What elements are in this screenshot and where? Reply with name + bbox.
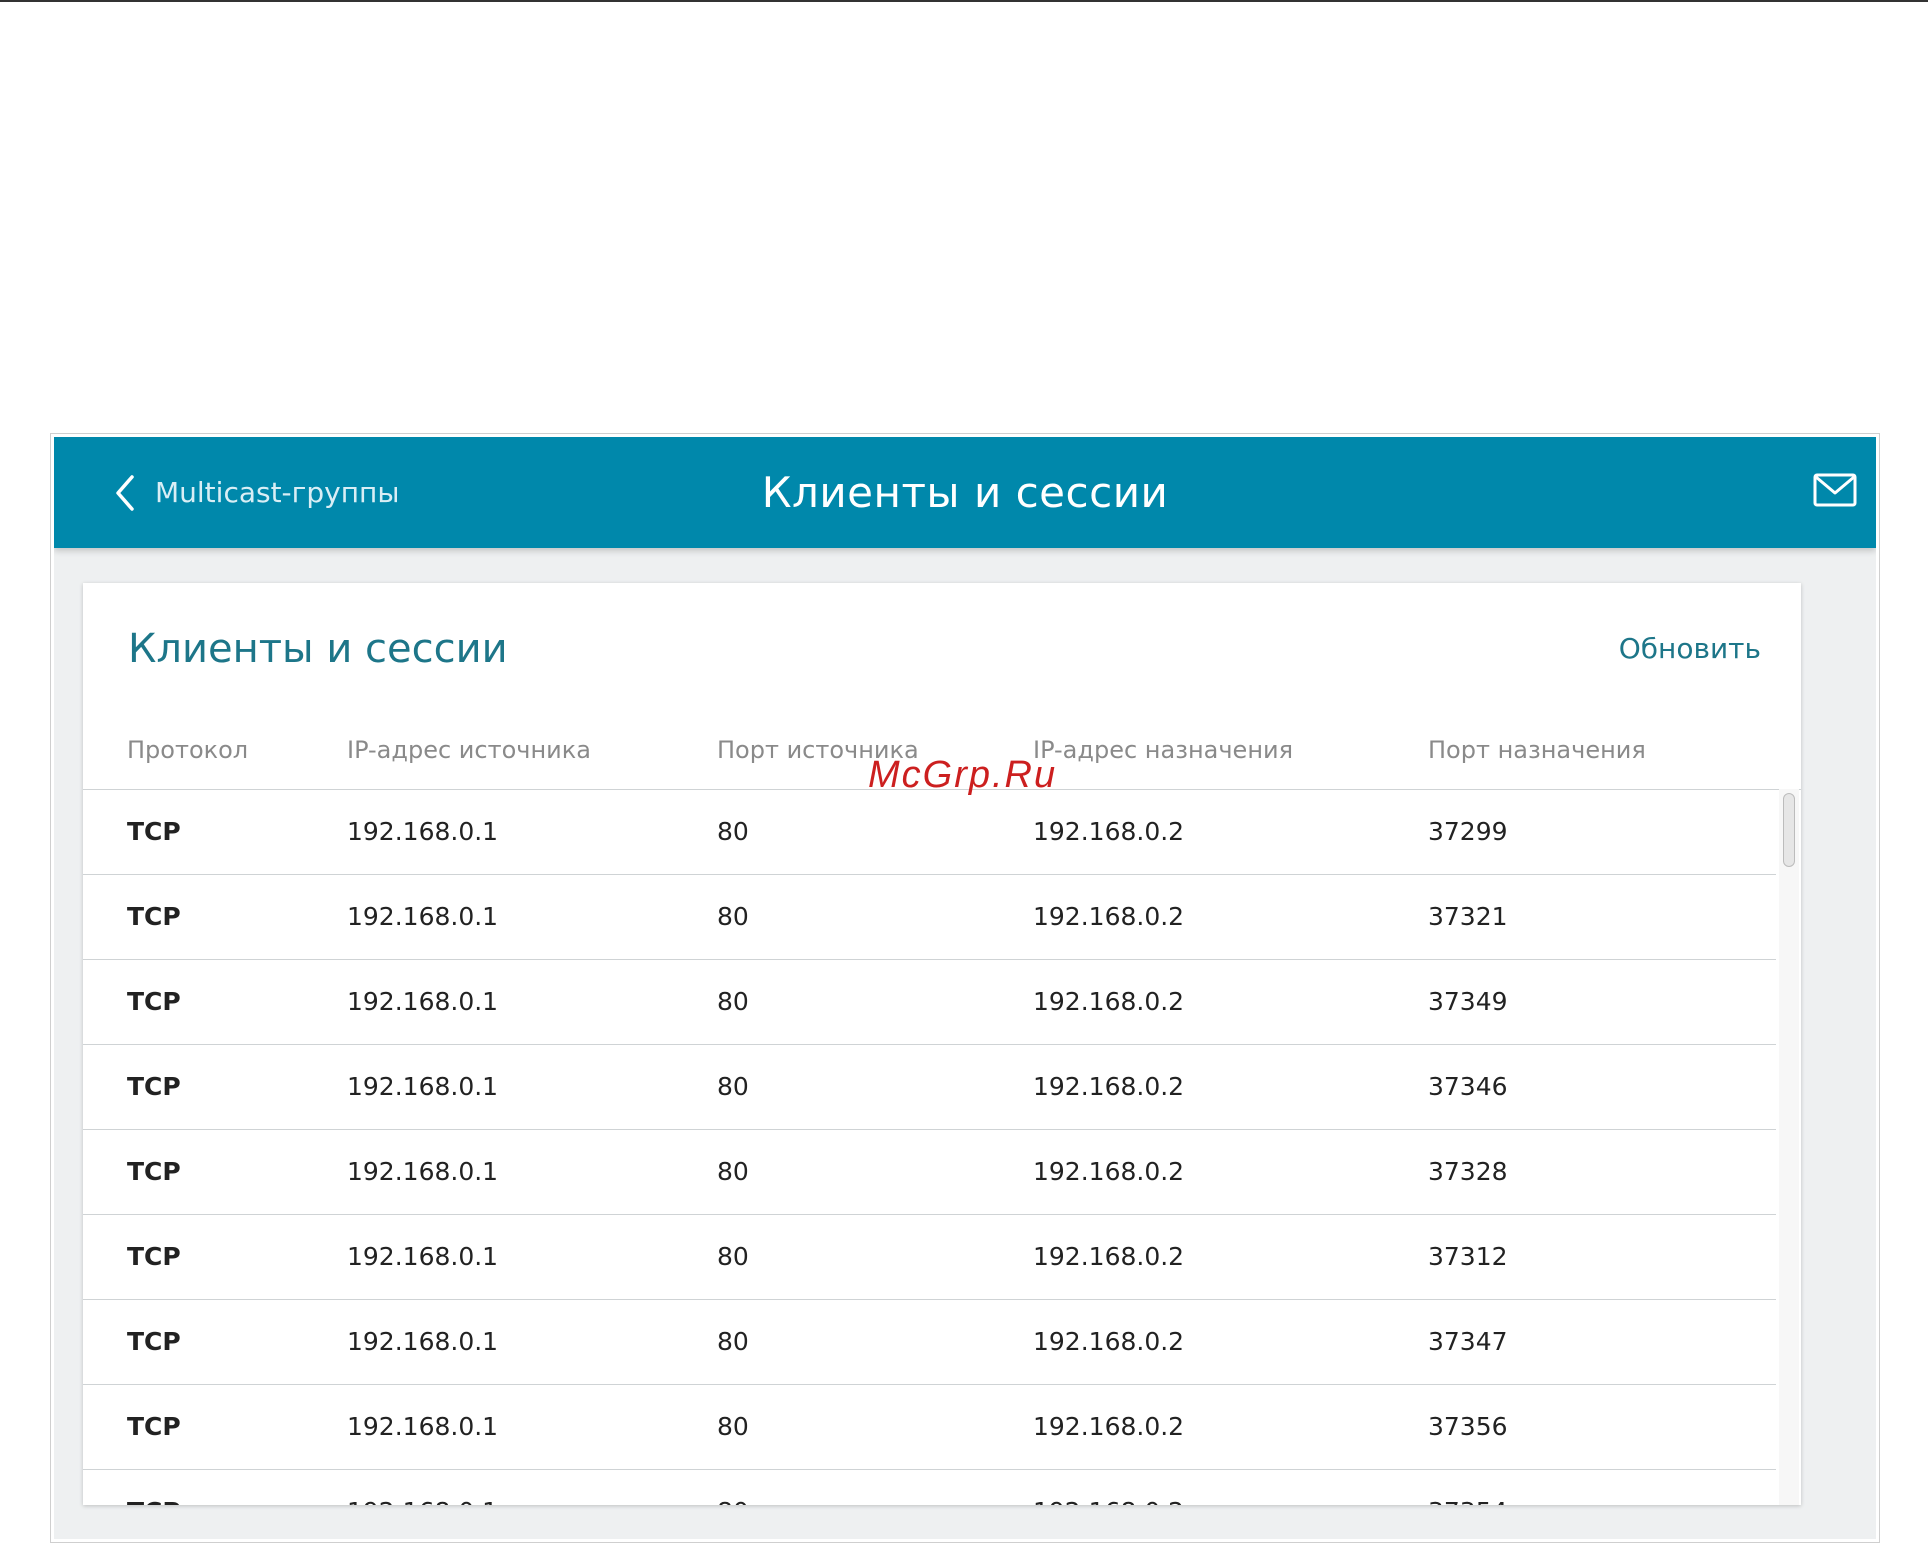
cell-destination-port: 37354 (1428, 1470, 1508, 1505)
cell-source-port: 80 (717, 1242, 749, 1271)
scrollbar-thumb[interactable] (1783, 793, 1795, 867)
column-header-destination-port: Порт назначения (1428, 736, 1646, 764)
table-row[interactable]: TCP 192.168.0.1 80 192.168.0.2 37328 (83, 1130, 1776, 1215)
cell-protocol: TCP (127, 1412, 181, 1441)
cell-source-ip: 192.168.0.1 (347, 1327, 499, 1356)
cell-protocol: TCP (127, 987, 181, 1016)
cell-destination-ip: 192.168.0.2 (1033, 1242, 1185, 1271)
cell-protocol: TCP (127, 1470, 181, 1505)
cell-source-port: 80 (717, 1157, 749, 1186)
cell-protocol: TCP (127, 1242, 181, 1271)
cell-destination-port: 37356 (1428, 1412, 1508, 1441)
cell-destination-ip: 192.168.0.2 (1033, 1470, 1184, 1505)
cell-source-ip: 192.168.0.1 (347, 1157, 499, 1186)
cell-source-ip: 192.168.0.1 (347, 902, 499, 931)
cell-source-port: 80 (717, 902, 749, 931)
cell-destination-port: 37349 (1428, 987, 1508, 1016)
chevron-left-icon[interactable] (110, 471, 140, 515)
cell-destination-ip: 192.168.0.2 (1033, 1327, 1185, 1356)
cell-destination-port: 37299 (1428, 817, 1508, 846)
cell-destination-port: 37328 (1428, 1157, 1508, 1186)
cell-destination-port: 37346 (1428, 1072, 1508, 1101)
top-rule (0, 0, 1928, 2)
app-window: Multicast-группы Клиенты и сессии Клиент… (54, 437, 1876, 1539)
sessions-card: Клиенты и сессии Обновить Протокол IP-ад… (83, 583, 1801, 1505)
cell-protocol: TCP (127, 817, 181, 846)
cell-source-ip: 192.168.0.1 (347, 1072, 499, 1101)
table-row[interactable]: TCP 192.168.0.1 80 192.168.0.2 37312 (83, 1215, 1776, 1300)
watermark: McGrp.Ru (868, 754, 1058, 796)
cell-destination-ip: 192.168.0.2 (1033, 1157, 1185, 1186)
cell-source-ip: 192.168.0.1 (347, 1470, 498, 1505)
cell-destination-ip: 192.168.0.2 (1033, 1072, 1185, 1101)
column-header-protocol: Протокол (127, 736, 249, 764)
card-title: Клиенты и сессии (128, 626, 508, 672)
column-header-source-ip: IP-адрес источника (347, 736, 591, 764)
table-row[interactable]: TCP 192.168.0.1 80 192.168.0.2 37346 (83, 1045, 1776, 1130)
cell-destination-ip: 192.168.0.2 (1033, 987, 1185, 1016)
cell-protocol: TCP (127, 1157, 181, 1186)
cell-source-ip: 192.168.0.1 (347, 1412, 499, 1441)
cell-source-port: 80 (717, 1327, 749, 1356)
table-row[interactable]: TCP 192.168.0.1 80 192.168.0.2 37321 (83, 875, 1776, 960)
cell-protocol: TCP (127, 1072, 181, 1101)
table-body[interactable]: TCP 192.168.0.1 80 192.168.0.2 37299 TCP… (83, 789, 1801, 1505)
cell-source-port: 80 (717, 1412, 749, 1441)
table-row[interactable]: TCP 192.168.0.1 80 192.168.0.2 37349 (83, 960, 1776, 1045)
cell-destination-port: 37347 (1428, 1327, 1508, 1356)
cell-destination-port: 37321 (1428, 902, 1508, 931)
cell-source-ip: 192.168.0.1 (347, 1242, 499, 1271)
table-scrollbar[interactable] (1779, 789, 1799, 1505)
column-header-destination-ip: IP-адрес назначения (1033, 736, 1294, 764)
cell-destination-ip: 192.168.0.2 (1033, 1412, 1185, 1441)
cell-source-port: 80 (717, 1470, 749, 1505)
page-title: Клиенты и сессии (761, 468, 1169, 517)
cell-destination-port: 37312 (1428, 1242, 1508, 1271)
cell-source-port: 80 (717, 817, 749, 846)
cell-protocol: TCP (127, 902, 181, 931)
table-row[interactable]: TCP 192.168.0.1 80 192.168.0.2 37299 (83, 790, 1776, 875)
cell-source-port: 80 (717, 987, 749, 1016)
back-link-multicast-groups[interactable]: Multicast-группы (155, 471, 399, 515)
table-row[interactable]: TCP 192.168.0.1 80 192.168.0.2 37354 (83, 1470, 1776, 1505)
cell-destination-ip: 192.168.0.2 (1033, 902, 1185, 931)
cell-source-ip: 192.168.0.1 (347, 987, 499, 1016)
table-row[interactable]: TCP 192.168.0.1 80 192.168.0.2 37347 (83, 1300, 1776, 1385)
envelope-icon[interactable] (1813, 472, 1857, 508)
table-row[interactable]: TCP 192.168.0.1 80 192.168.0.2 37356 (83, 1385, 1776, 1470)
refresh-button[interactable]: Обновить (1619, 629, 1761, 669)
cell-source-port: 80 (717, 1072, 749, 1101)
cell-protocol: TCP (127, 1327, 181, 1356)
cell-source-ip: 192.168.0.1 (347, 817, 499, 846)
cell-destination-ip: 192.168.0.2 (1033, 817, 1185, 846)
app-header: Multicast-группы Клиенты и сессии (54, 437, 1876, 548)
